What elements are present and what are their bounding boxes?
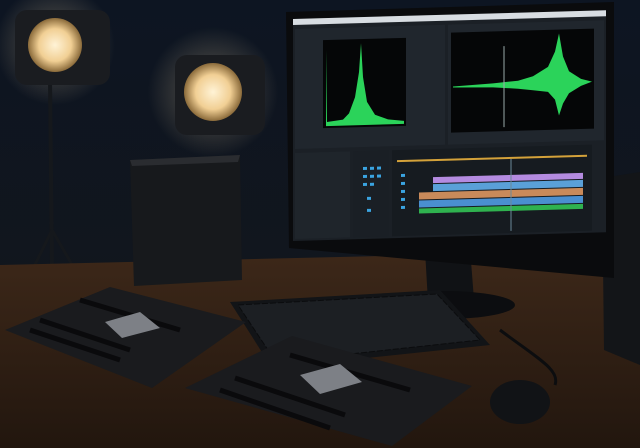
studio-lamp-right (148, 27, 278, 157)
tools-panel (353, 150, 389, 238)
scene-svg (0, 0, 640, 448)
speaker-left (130, 155, 242, 286)
monitor-screen (293, 10, 606, 241)
mouse (490, 380, 550, 424)
studio-scene (0, 0, 640, 448)
lamp-bulb (28, 18, 82, 72)
lamp-bulb (184, 63, 242, 121)
project-panel (295, 151, 350, 239)
